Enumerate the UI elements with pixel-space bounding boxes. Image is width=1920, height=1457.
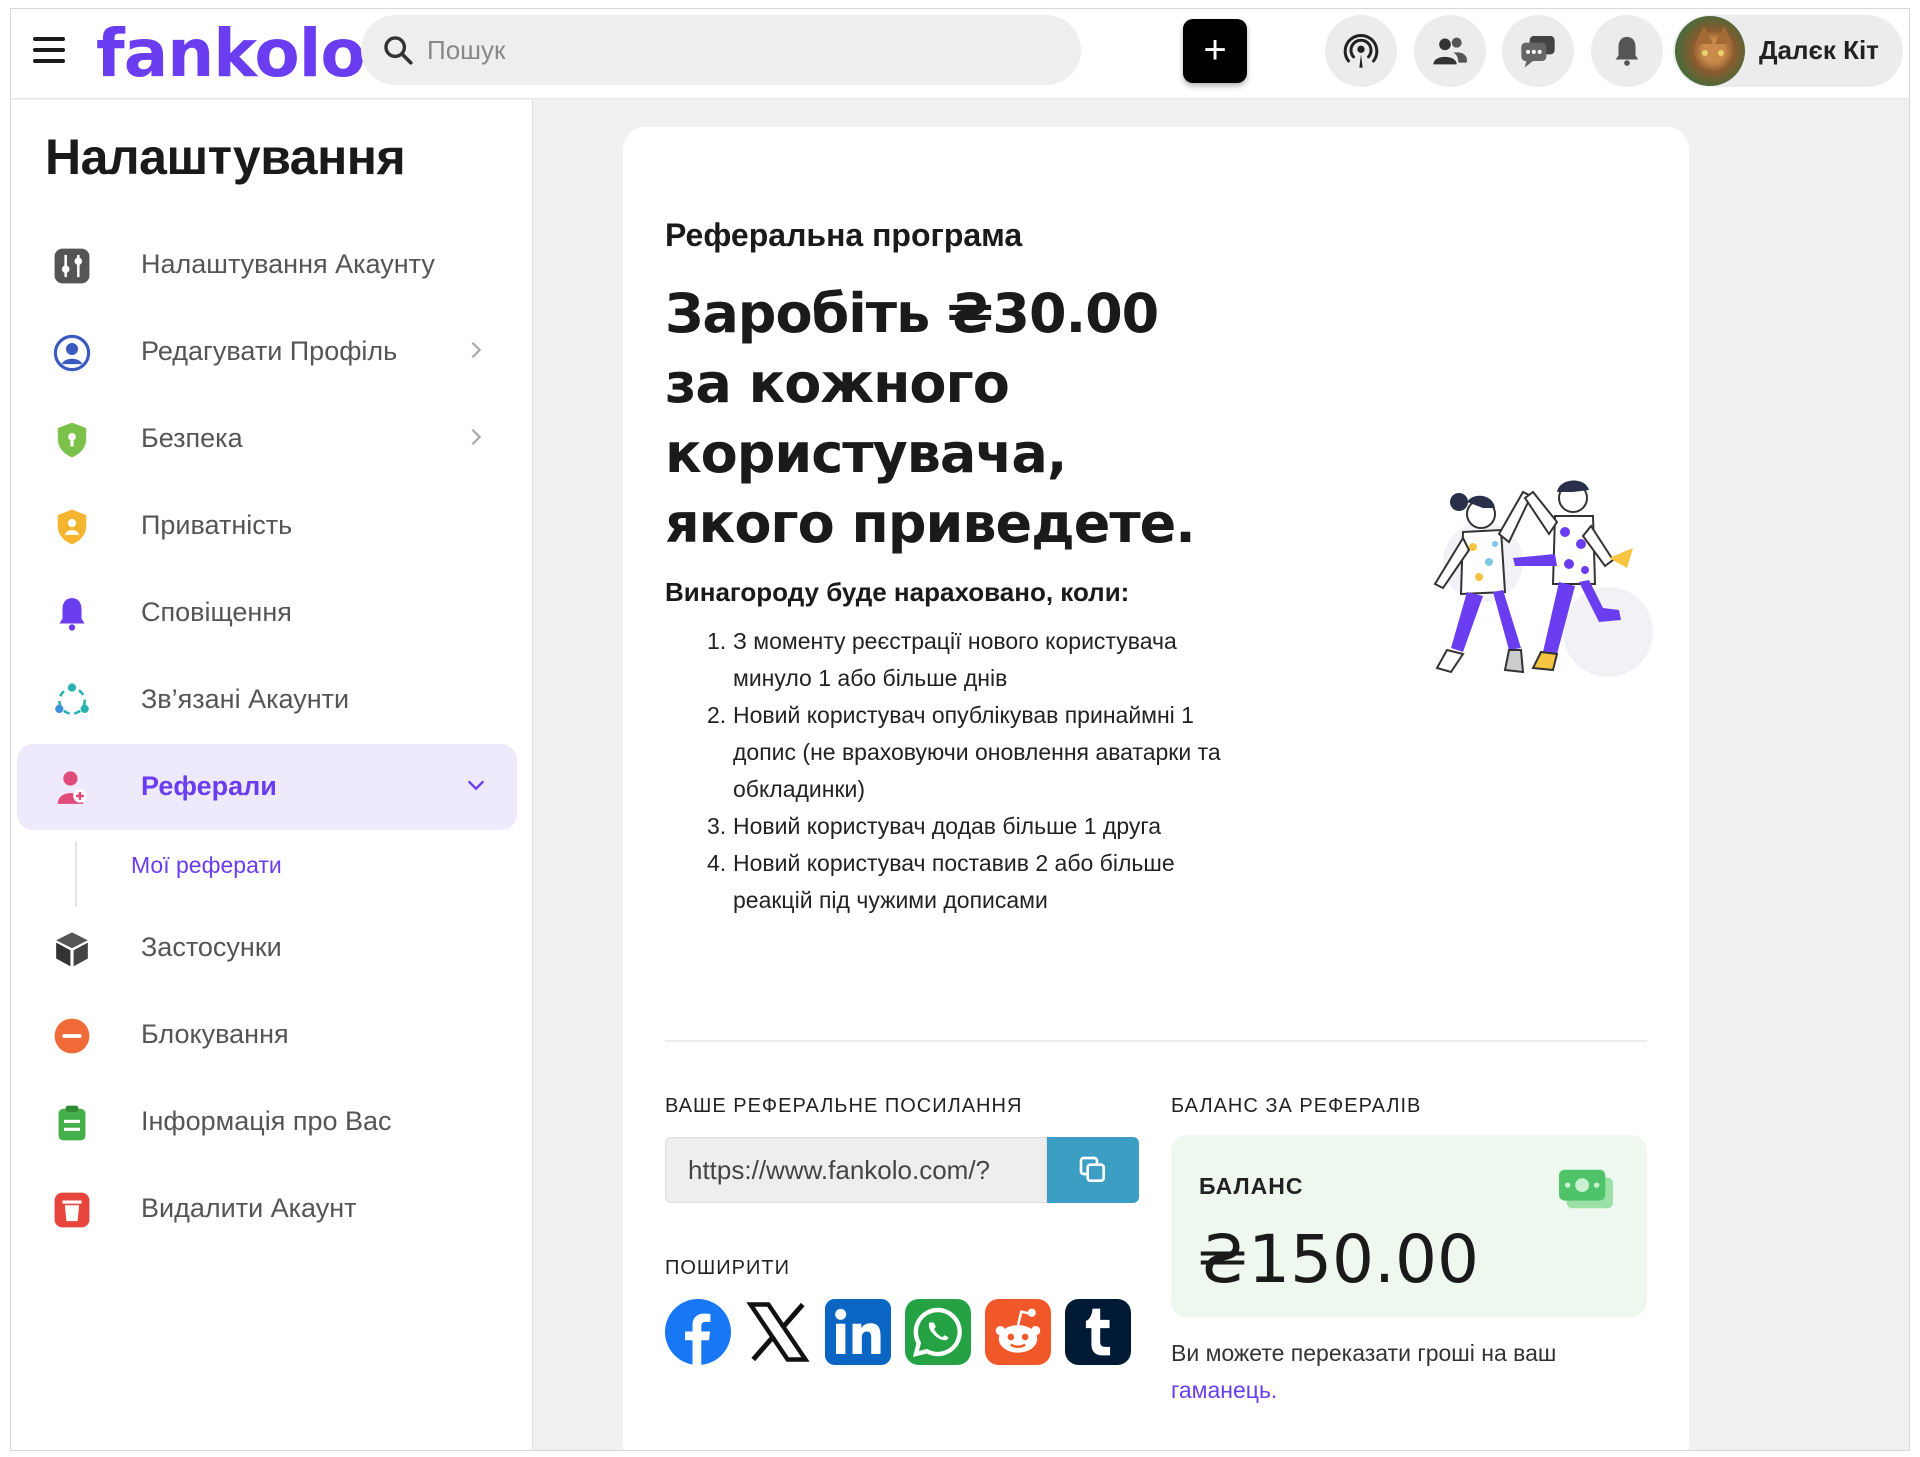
reward-heading: Винагороду буде нараховано, коли: xyxy=(665,577,1130,607)
user-name: Далєк Кіт xyxy=(1759,35,1879,65)
list-item: 3. Новий користувач додав більше 1 друга xyxy=(707,813,1162,839)
podcast-button[interactable] xyxy=(1325,15,1397,87)
sidebar-title: Налаштування xyxy=(45,129,406,185)
sidebar-item-referrals[interactable]: Реферали xyxy=(17,744,517,830)
sidebar-item-label: Приватність xyxy=(141,510,293,540)
trash-icon xyxy=(54,1192,90,1228)
menu-icon[interactable] xyxy=(33,37,69,69)
share-label: ПОШИРИТИ xyxy=(665,1257,790,1279)
referral-icon xyxy=(57,771,87,804)
referral-card: Реферальна програма Заробіть ₴30.00 за к… xyxy=(623,127,1689,1450)
podcast-icon xyxy=(1343,33,1379,68)
sidebar-item-label: Безпека xyxy=(141,423,243,453)
sidebar-item-delete-account[interactable]: Видалити Акаунт xyxy=(17,1166,517,1252)
sidebar-item-label: Застосунки xyxy=(141,932,282,962)
list-item: 1. З моменту реєстрації нового користувач… xyxy=(707,628,1177,691)
sidebar-item-label: Сповіщення xyxy=(141,597,292,627)
share-buttons xyxy=(665,1299,1131,1365)
list-item: 2. Новий користувач опублікував принаймні… xyxy=(707,702,1221,802)
linkedin-icon[interactable] xyxy=(825,1299,891,1365)
sidebar-item-edit-profile[interactable]: Редагувати Профіль xyxy=(17,309,517,395)
sidebar-item-label: Інформація про Вас xyxy=(141,1106,392,1136)
sidebar-item-label: Налаштування Акаунту xyxy=(141,249,435,279)
cash-icon xyxy=(1559,1169,1613,1209)
app-window: fankolo + xyxy=(10,8,1910,1451)
shield-icon xyxy=(57,422,87,458)
top-bar: fankolo + xyxy=(11,9,1909,99)
balance-section-label: БАЛАНС ЗА РЕФЕРАЛІВ xyxy=(1171,1095,1422,1117)
chevron-right-icon xyxy=(471,341,482,359)
search-icon xyxy=(384,36,413,65)
user-circle-icon xyxy=(53,334,91,372)
facebook-icon[interactable] xyxy=(665,1299,731,1365)
sidebar-item-label: Редагувати Профіль xyxy=(141,336,398,366)
chevron-down-icon xyxy=(467,780,485,791)
reward-conditions-list: 1. З моменту реєстрації нового користувач… xyxy=(707,623,1227,919)
settings-sidebar: Налаштування Налаштування Акаунту Редагу… xyxy=(11,100,533,1450)
sidebar-item-apps[interactable]: Застосунки xyxy=(17,905,517,991)
subnav-line xyxy=(75,841,77,907)
sidebar-item-label: Зв’язані Акаунти xyxy=(141,684,350,714)
reddit-icon[interactable] xyxy=(985,1299,1051,1365)
tumblr-icon[interactable] xyxy=(1065,1299,1131,1365)
copy-link-button[interactable] xyxy=(1047,1137,1139,1203)
user-menu[interactable]: Далєк Кіт xyxy=(1673,15,1903,87)
wallet-link[interactable]: гаманець. xyxy=(1171,1377,1277,1403)
sidebar-item-label: Видалити Акаунт xyxy=(141,1193,357,1223)
search-bar[interactable] xyxy=(361,15,1081,85)
create-post-button[interactable]: + xyxy=(1183,19,1247,83)
divider xyxy=(665,1040,1647,1042)
sidebar-subitem-my-referrals[interactable]: Мої реферати xyxy=(131,852,282,879)
connected-accounts-icon xyxy=(55,683,89,715)
balance-amount: ₴150.00 xyxy=(1197,1221,1480,1298)
friends-icon xyxy=(1433,37,1467,65)
notifications-button[interactable] xyxy=(1591,15,1663,87)
sidebar-item-privacy[interactable]: Приватність xyxy=(17,483,517,569)
x-icon[interactable] xyxy=(745,1299,811,1365)
cube-icon xyxy=(56,932,88,967)
sidebar-item-account-settings[interactable]: Налаштування Акаунту xyxy=(17,222,517,308)
block-icon xyxy=(54,1018,90,1054)
friends-button[interactable] xyxy=(1414,15,1486,87)
referral-link-label: ВАШЕ РЕФЕРАЛЬНЕ ПОСИЛАННЯ xyxy=(665,1095,1023,1117)
sidebar-item-label: Реферали xyxy=(141,771,277,801)
balance-label: БАЛАНС xyxy=(1199,1173,1304,1199)
sidebar-item-connected-accounts[interactable]: Зв’язані Акаунти xyxy=(17,657,517,743)
avatar[interactable] xyxy=(1675,16,1745,86)
referral-link-input[interactable] xyxy=(666,1138,1046,1202)
sliders-icon xyxy=(54,248,90,284)
list-item: 4. Новий користувач поставив 2 або більше… xyxy=(707,850,1175,913)
card-heading: Реферальна програма xyxy=(665,217,1023,253)
balance-box: БАЛАНС ₴150.00 xyxy=(1171,1135,1647,1317)
referral-link-field[interactable] xyxy=(665,1137,1047,1203)
privacy-shield-icon xyxy=(57,509,87,545)
messages-button[interactable] xyxy=(1502,15,1574,87)
chevron-right-icon xyxy=(471,428,482,446)
sidebar-item-security[interactable]: Безпека xyxy=(17,396,517,482)
copy-icon xyxy=(1079,1156,1105,1182)
chat-icon xyxy=(1521,36,1555,68)
headline: Заробіть ₴30.00 за кожного користувача, … xyxy=(665,282,1196,555)
balance-note: Ви можете переказати гроші на ваш гамане… xyxy=(1171,1340,1557,1403)
clipboard-icon xyxy=(58,1105,86,1141)
bell-icon xyxy=(59,598,85,631)
high-five-illustration xyxy=(1433,480,1653,677)
sidebar-item-about-you[interactable]: Інформація про Вас xyxy=(17,1079,517,1165)
search-input[interactable] xyxy=(427,25,1047,75)
whatsapp-icon[interactable] xyxy=(905,1299,971,1365)
bell-icon xyxy=(1615,36,1639,66)
sidebar-item-notifications[interactable]: Сповіщення xyxy=(17,570,517,656)
logo[interactable]: fankolo xyxy=(96,15,366,92)
sidebar-item-blocking[interactable]: Блокування xyxy=(17,992,517,1078)
sidebar-item-label: Блокування xyxy=(141,1019,289,1049)
